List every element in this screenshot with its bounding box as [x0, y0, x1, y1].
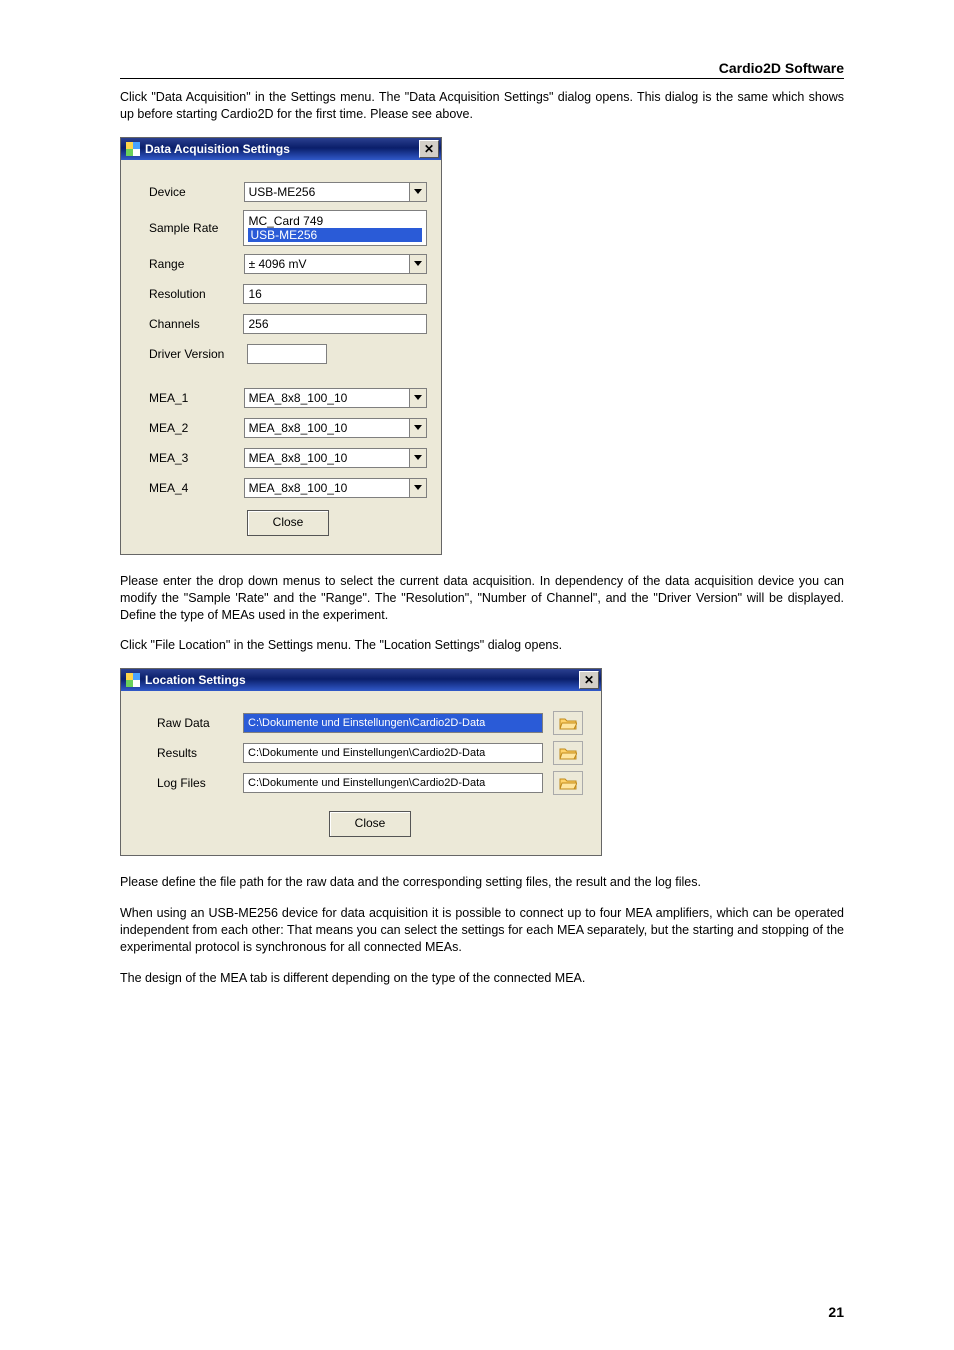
data-acquisition-dialog: Data Acquisition Settings ✕ Device USB-M… — [120, 137, 442, 555]
range-value: ± 4096 mV — [245, 257, 409, 271]
chevron-down-icon[interactable] — [409, 419, 426, 437]
app-icon — [125, 672, 141, 688]
paragraph-4: Please define the file path for the raw … — [120, 874, 844, 891]
raw-data-label: Raw Data — [157, 716, 243, 730]
location-settings-dialog: Location Settings ✕ Raw Data C:\Dokument… — [120, 668, 602, 856]
mea2-combo[interactable]: MEA_8x8_100_10 — [244, 418, 427, 438]
sample-rate-option-2[interactable]: USB-ME256 — [248, 228, 422, 242]
mea3-value: MEA_8x8_100_10 — [245, 451, 409, 465]
log-files-path-field[interactable]: C:\Dokumente und Einstellungen\Cardio2D-… — [243, 773, 543, 793]
mea1-value: MEA_8x8_100_10 — [245, 391, 409, 405]
channels-field[interactable]: 256 — [243, 314, 427, 334]
sample-rate-label: Sample Rate — [149, 221, 243, 235]
mea1-combo[interactable]: MEA_8x8_100_10 — [244, 388, 427, 408]
resolution-field[interactable]: 16 — [243, 284, 427, 304]
chevron-down-icon[interactable] — [409, 389, 426, 407]
browse-results-button[interactable] — [553, 741, 583, 765]
chevron-down-icon[interactable] — [409, 183, 426, 201]
chevron-down-icon[interactable] — [409, 255, 426, 273]
mea3-label: MEA_3 — [149, 451, 244, 465]
mea3-combo[interactable]: MEA_8x8_100_10 — [244, 448, 427, 468]
results-label: Results — [157, 746, 243, 760]
folder-open-icon — [559, 776, 577, 790]
dialog-titlebar: Data Acquisition Settings ✕ — [121, 138, 441, 160]
mea4-label: MEA_4 — [149, 481, 244, 495]
close-button[interactable]: Close — [329, 811, 411, 837]
folder-open-icon — [559, 716, 577, 730]
dialog-titlebar: Location Settings ✕ — [121, 669, 601, 691]
sample-rate-list[interactable]: MC_Card 749 USB-ME256 — [243, 210, 427, 246]
browse-logs-button[interactable] — [553, 771, 583, 795]
sample-rate-option-1[interactable]: MC_Card 749 — [248, 214, 422, 228]
browse-raw-button[interactable] — [553, 711, 583, 735]
mea2-label: MEA_2 — [149, 421, 244, 435]
paragraph-1: Click "Data Acquisition" in the Settings… — [120, 89, 844, 123]
chevron-down-icon[interactable] — [409, 449, 426, 467]
mea1-label: MEA_1 — [149, 391, 244, 405]
range-label: Range — [149, 257, 244, 271]
dialog-title: Data Acquisition Settings — [145, 142, 419, 156]
paragraph-2: Please enter the drop down menus to sele… — [120, 573, 844, 624]
mea4-value: MEA_8x8_100_10 — [245, 481, 409, 495]
driver-version-field — [247, 344, 327, 364]
device-label: Device — [149, 185, 244, 199]
results-path-field[interactable]: C:\Dokumente und Einstellungen\Cardio2D-… — [243, 743, 543, 763]
device-value: USB-ME256 — [245, 185, 409, 199]
close-icon[interactable]: ✕ — [419, 140, 439, 158]
log-files-label: Log Files — [157, 776, 243, 790]
device-combo[interactable]: USB-ME256 — [244, 182, 427, 202]
channels-label: Channels — [149, 317, 243, 331]
document-header: Cardio2D Software — [120, 60, 844, 79]
mea2-value: MEA_8x8_100_10 — [245, 421, 409, 435]
driver-version-label: Driver Version — [149, 347, 247, 361]
page-number: 21 — [828, 1304, 844, 1320]
resolution-label: Resolution — [149, 287, 243, 301]
close-button[interactable]: Close — [247, 510, 329, 536]
app-icon — [125, 141, 141, 157]
paragraph-3: Click "File Location" in the Settings me… — [120, 637, 844, 654]
folder-open-icon — [559, 746, 577, 760]
chevron-down-icon[interactable] — [409, 479, 426, 497]
paragraph-5: When using an USB-ME256 device for data … — [120, 905, 844, 956]
dialog-title: Location Settings — [145, 673, 579, 687]
range-combo[interactable]: ± 4096 mV — [244, 254, 427, 274]
close-icon[interactable]: ✕ — [579, 671, 599, 689]
paragraph-6: The design of the MEA tab is different d… — [120, 970, 844, 987]
raw-data-path-field[interactable]: C:\Dokumente und Einstellungen\Cardio2D-… — [243, 713, 543, 733]
mea4-combo[interactable]: MEA_8x8_100_10 — [244, 478, 427, 498]
